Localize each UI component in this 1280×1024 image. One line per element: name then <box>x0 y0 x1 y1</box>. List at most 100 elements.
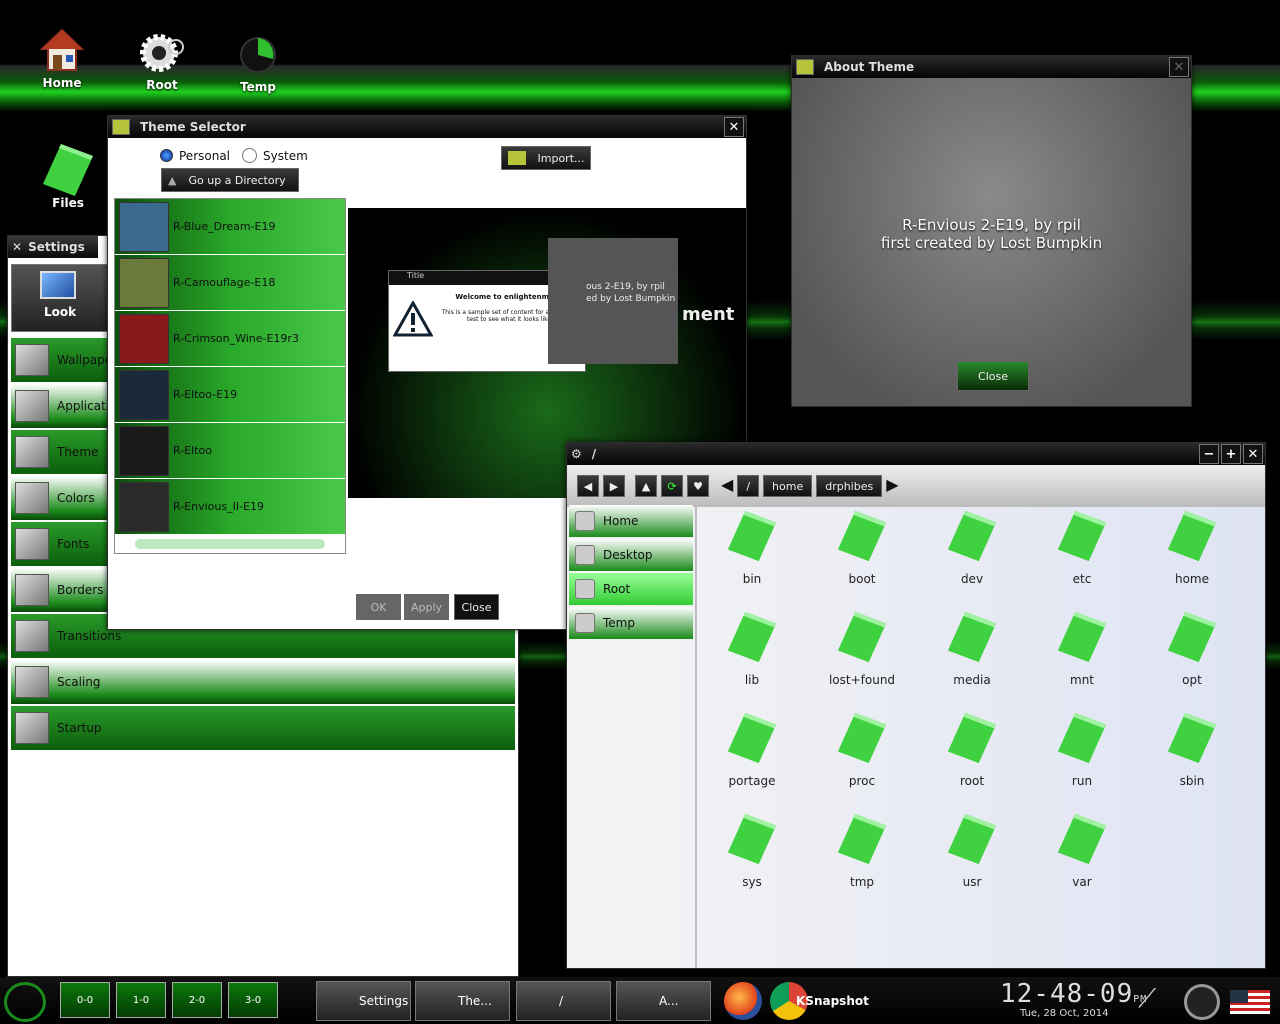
desk-0[interactable]: 0-0 <box>60 982 110 1018</box>
about-text: R-Envious 2-E19, by rpil first created by… <box>792 216 1191 252</box>
arrow-left-icon[interactable]: ◀ <box>721 475 733 497</box>
task-button[interactable]: A... <box>616 981 711 1021</box>
start-menu-icon[interactable] <box>4 982 46 1022</box>
button-label: Close <box>461 600 492 614</box>
up-icon[interactable]: ▲ <box>635 475 657 497</box>
folder-icon <box>837 611 887 663</box>
folder-item[interactable]: boot <box>807 509 917 610</box>
fm-place-item[interactable]: Temp <box>569 607 693 639</box>
close-icon[interactable]: ✕ <box>724 117 744 137</box>
folder-item[interactable]: media <box>917 610 1027 711</box>
import-button[interactable]: Import... <box>501 146 591 170</box>
folder-item[interactable]: lib <box>697 610 807 711</box>
apply-button[interactable]: Apply <box>404 594 449 620</box>
folder-item[interactable]: home <box>1137 509 1247 610</box>
theme-thumbnail <box>119 257 169 308</box>
radio-personal[interactable] <box>160 149 173 162</box>
theme-list-item[interactable]: R-Envious_II-E19 <box>115 479 345 535</box>
volume-icon[interactable] <box>1184 984 1220 1020</box>
pager: 0-0 1-0 2-0 3-0 <box>60 982 278 1018</box>
about-close-button[interactable]: Close <box>957 361 1029 391</box>
folder-item[interactable]: portage <box>697 711 807 812</box>
fm-place-item[interactable]: Root <box>569 573 693 605</box>
ok-button[interactable]: OK <box>356 594 401 620</box>
theme-selector-titlebar[interactable]: Theme Selector ✕ <box>108 116 746 138</box>
close-icon[interactable]: ✕ <box>1169 57 1189 77</box>
folder-item[interactable]: mnt <box>1027 610 1137 711</box>
us-flag-icon[interactable] <box>1230 990 1270 1014</box>
folder-item[interactable]: sbin <box>1137 711 1247 812</box>
place-icon <box>575 613 595 633</box>
file-manager-titlebar[interactable]: ⚙ / − + ✕ <box>567 443 1265 465</box>
folder-icon <box>947 611 997 663</box>
back-icon[interactable]: ◀ <box>577 475 599 497</box>
settings-item-icon <box>15 436 49 468</box>
forward-icon[interactable]: ▶ <box>603 475 625 497</box>
folder-icon <box>1167 510 1217 562</box>
horizontal-scrollbar[interactable] <box>135 539 325 549</box>
task-button[interactable]: The... <box>415 981 510 1021</box>
theme-list[interactable]: R-Blue_Dream-E19 R-Camouflage-E18 R-Crimso… <box>114 198 346 554</box>
task-button[interactable]: / <box>516 981 611 1021</box>
close-icon[interactable]: ✕ <box>1243 444 1263 464</box>
preview-about-line: ed by Lost Bumpkin <box>586 294 676 304</box>
look-category-button[interactable]: Look <box>11 264 109 332</box>
preview-about: ous 2-E19, by rpil ed by Lost Bumpkin <box>548 238 678 364</box>
breadcrumb-drphibes[interactable]: drphibes <box>816 475 883 497</box>
desk-3[interactable]: 3-0 <box>228 982 278 1018</box>
folder-item[interactable]: root <box>917 711 1027 812</box>
folder-label: dev <box>960 572 984 586</box>
theme-list-item[interactable]: R-Camouflage-E18 <box>115 255 345 311</box>
network-icon[interactable]: ⟋ <box>1138 984 1156 1015</box>
folder-item[interactable]: dev <box>917 509 1027 610</box>
theme-thumbnail <box>119 201 169 252</box>
minimize-icon[interactable]: − <box>1199 444 1219 464</box>
close-button[interactable]: Close <box>454 594 499 620</box>
theme-list-item[interactable]: R-Eltoo-E19 <box>115 367 345 423</box>
clock-digits: 12-48-09 <box>1000 979 1134 1009</box>
refresh-icon[interactable]: ⟳ <box>661 475 683 497</box>
folder-item[interactable]: usr <box>917 812 1027 913</box>
folder-item[interactable]: var <box>1027 812 1137 913</box>
desk-2[interactable]: 2-0 <box>172 982 222 1018</box>
folder-item[interactable]: opt <box>1137 610 1247 711</box>
breadcrumb-root[interactable]: / <box>737 475 760 497</box>
folder-item[interactable]: tmp <box>807 812 917 913</box>
folder-item[interactable]: sys <box>697 812 807 913</box>
folder-label: proc <box>848 774 876 788</box>
folder-item[interactable]: run <box>1027 711 1137 812</box>
fm-place-item[interactable]: Home <box>569 505 693 537</box>
clock-time: 12-48-09PM <box>1000 979 1147 1009</box>
task-button[interactable]: Settings <box>316 981 411 1021</box>
desktop-icon-files[interactable]: Files <box>28 144 108 210</box>
favorites-icon[interactable]: ♥ <box>687 475 709 497</box>
settings-item-icon <box>15 666 49 698</box>
theme-list-item[interactable]: R-Eltoo <box>115 423 345 479</box>
settings-item[interactable]: Scaling <box>11 660 515 704</box>
firefox-icon[interactable] <box>724 982 762 1020</box>
theme-name: R-Eltoo <box>173 444 212 457</box>
settings-item-label: Theme <box>57 445 99 459</box>
desktop-icon-temp[interactable]: Temp <box>218 28 298 94</box>
go-up-directory-button[interactable]: ▲ Go up a Directory <box>161 168 299 192</box>
folder-item[interactable]: proc <box>807 711 917 812</box>
settings-titlebar[interactable]: ✕ Settings <box>8 236 98 258</box>
ksnapshot-task[interactable]: KSnapshot <box>796 981 869 1021</box>
desktop-icon-root[interactable]: Root <box>122 26 202 92</box>
about-titlebar[interactable]: About Theme ✕ <box>792 56 1191 78</box>
desktop-icon-home[interactable]: Home <box>22 24 102 90</box>
maximize-icon[interactable]: + <box>1221 444 1241 464</box>
theme-list-item[interactable]: R-Blue_Dream-E19 <box>115 199 345 255</box>
theme-list-item[interactable]: R-Crimson_Wine-E19r3 <box>115 311 345 367</box>
fm-place-item[interactable]: Desktop <box>569 539 693 571</box>
radio-system[interactable] <box>242 148 258 163</box>
folder-item[interactable]: lost+found <box>807 610 917 711</box>
desk-1[interactable]: 1-0 <box>116 982 166 1018</box>
arrow-up-icon: ▲ <box>168 173 177 187</box>
arrow-right-icon[interactable]: ▶ <box>886 475 898 497</box>
folder-item[interactable]: etc <box>1027 509 1137 610</box>
place-icon <box>575 579 595 599</box>
breadcrumb-home[interactable]: home <box>763 475 813 497</box>
settings-item[interactable]: Startup <box>11 706 515 750</box>
folder-item[interactable]: bin <box>697 509 807 610</box>
